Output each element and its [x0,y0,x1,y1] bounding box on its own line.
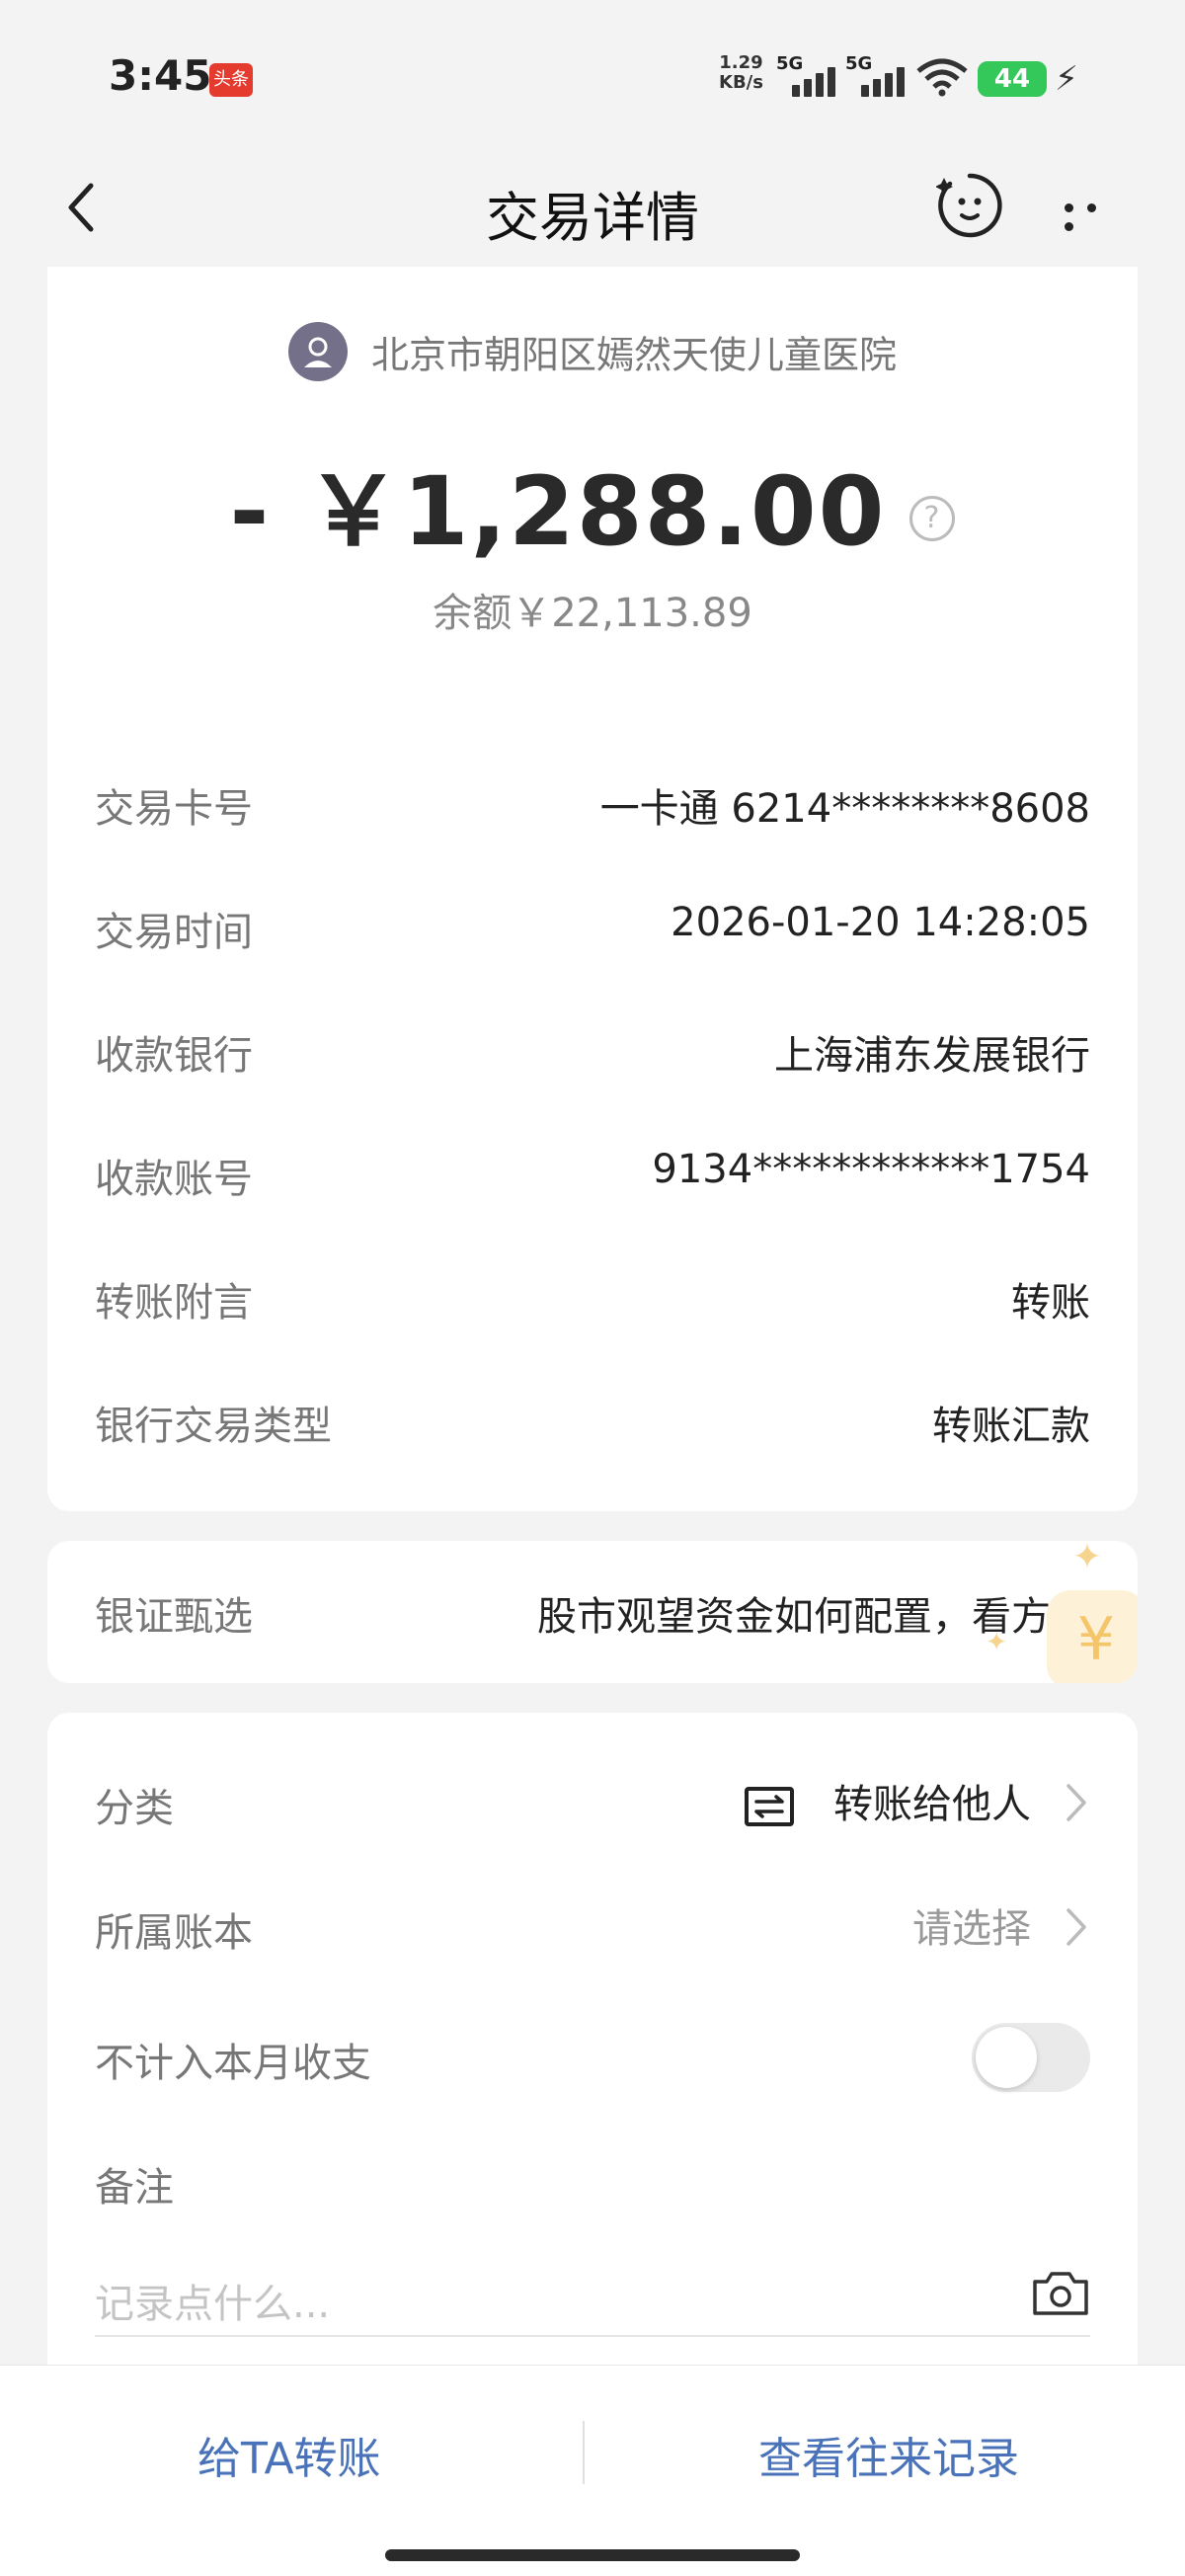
help-icon[interactable]: ? [909,495,956,541]
detail-label: 收款银行 [95,1033,253,1079]
exclude-monthly-toggle[interactable] [972,2023,1090,2092]
ledger-value: 请选择 [912,1906,1031,1952]
navigation-bar: 交易详情 [0,148,1185,267]
page-title: 交易详情 [486,187,699,249]
detail-value: 转账 [1011,1280,1090,1326]
detail-label: 收款账号 [95,1157,253,1202]
view-history-button[interactable]: 查看往来记录 [758,2423,1019,2486]
detail-row-transaction-type: 银行交易类型 转账汇款 [95,1394,1090,1453]
merchant-info: 北京市朝阳区嫣然天使儿童医院 [47,322,1138,381]
transfer-icon [745,1787,794,1826]
coin-icon: ¥ [1047,1590,1138,1683]
account-balance: 余额￥22,113.89 [433,591,752,636]
detail-label: 交易时间 [95,910,253,955]
charging-icon: ⚡ [1055,59,1078,99]
transfer-to-payee-button[interactable]: 给TA转账 [198,2423,381,2486]
network-speed-unit: KB/s [719,72,763,93]
detail-row-payee-bank: 收款银行 上海浦东发展银行 [95,1023,1090,1083]
chevron-right-icon [1066,1908,1086,1946]
exclude-monthly-row: 不计入本月收支 [95,2023,1090,2092]
bottom-action-bar: 给TA转账 查看往来记录 [0,2365,1185,2576]
note-placeholder: 记录点什么... [95,2282,331,2327]
detail-label: 交易卡号 [95,786,253,832]
ledger-label: 所属账本 [95,1910,253,1956]
signal-2-label: 5G [845,53,873,74]
battery-icon: 44 [978,61,1047,97]
category-row[interactable]: 分类 转账给他人 [95,1768,1090,1837]
wifi-icon [916,58,968,97]
detail-value: 一卡通 6214********8608 [599,786,1090,832]
chevron-right-icon [1066,1784,1086,1821]
status-bar: 3:45 头条 1.29 KB/s 5G 5G 44 ⚡ [0,0,1185,148]
camera-icon[interactable] [1031,2268,1090,2317]
divider [583,2421,585,2484]
detail-row-payee-account: 收款账号 9134************1754 [95,1147,1090,1206]
merchant-name: 北京市朝阳区嫣然天使儿童医院 [370,333,897,377]
signal-1-label: 5G [776,53,804,74]
transaction-card: 北京市朝阳区嫣然天使儿童医院 - ￥1,288.00? 余额￥22,113.89… [47,267,1138,1511]
exclude-monthly-label: 不计入本月收支 [95,2041,371,2086]
home-indicator[interactable] [385,2549,800,2561]
detail-value: 9134************1754 [652,1147,1090,1192]
detail-label: 银行交易类型 [95,1404,332,1449]
promo-text[interactable]: 股市观望资金如何配置，看方案 [537,1584,1090,1642]
category-label: 分类 [95,1786,174,1831]
sparkle-icon: ✦ [1071,1541,1102,1577]
signal-2-icon: 5G [845,51,914,101]
signal-1-icon: 5G [776,51,845,101]
category-value-wrap: 转账给他人 [745,1772,1031,1829]
note-input[interactable]: 记录点什么... [95,2258,1090,2337]
toggle-knob [976,2027,1037,2088]
category-value: 转账给他人 [833,1782,1031,1827]
ledger-row[interactable]: 所属账本 请选择 [95,1892,1090,1962]
promo-banner[interactable]: 银证甄选 股市观望资金如何配置，看方案 ✦ ✦ ¥ [47,1541,1138,1683]
more-options-icon[interactable] [1065,198,1132,231]
note-row: 备注 [95,2147,1090,2216]
network-speed: 1.29 KB/s [719,53,763,93]
detail-row-remark: 转账附言 转账 [95,1270,1090,1329]
detail-value: 转账汇款 [932,1404,1090,1449]
detail-label: 转账附言 [95,1280,253,1326]
note-label: 备注 [95,2165,174,2211]
toutiao-app-icon: 头条 [209,63,253,97]
network-speed-value: 1.29 [719,52,763,73]
status-time: 3:45 [109,51,212,100]
detail-row-card-number: 交易卡号 一卡通 6214********8608 [95,776,1090,836]
sparkle-icon: ✦ [986,1628,1007,1657]
customer-service-icon[interactable] [936,172,1003,239]
merchant-avatar-icon [287,322,348,381]
promo-label: 银证甄选 [95,1594,253,1640]
detail-row-time: 交易时间 2026-01-20 14:28:05 [95,900,1090,959]
transaction-amount: - ￥1,288.00? [47,435,1138,572]
detail-value: 上海浦东发展银行 [774,1033,1090,1079]
detail-value: 2026-01-20 14:28:05 [671,900,1090,945]
amount-value: - ￥1,288.00 [229,456,887,567]
